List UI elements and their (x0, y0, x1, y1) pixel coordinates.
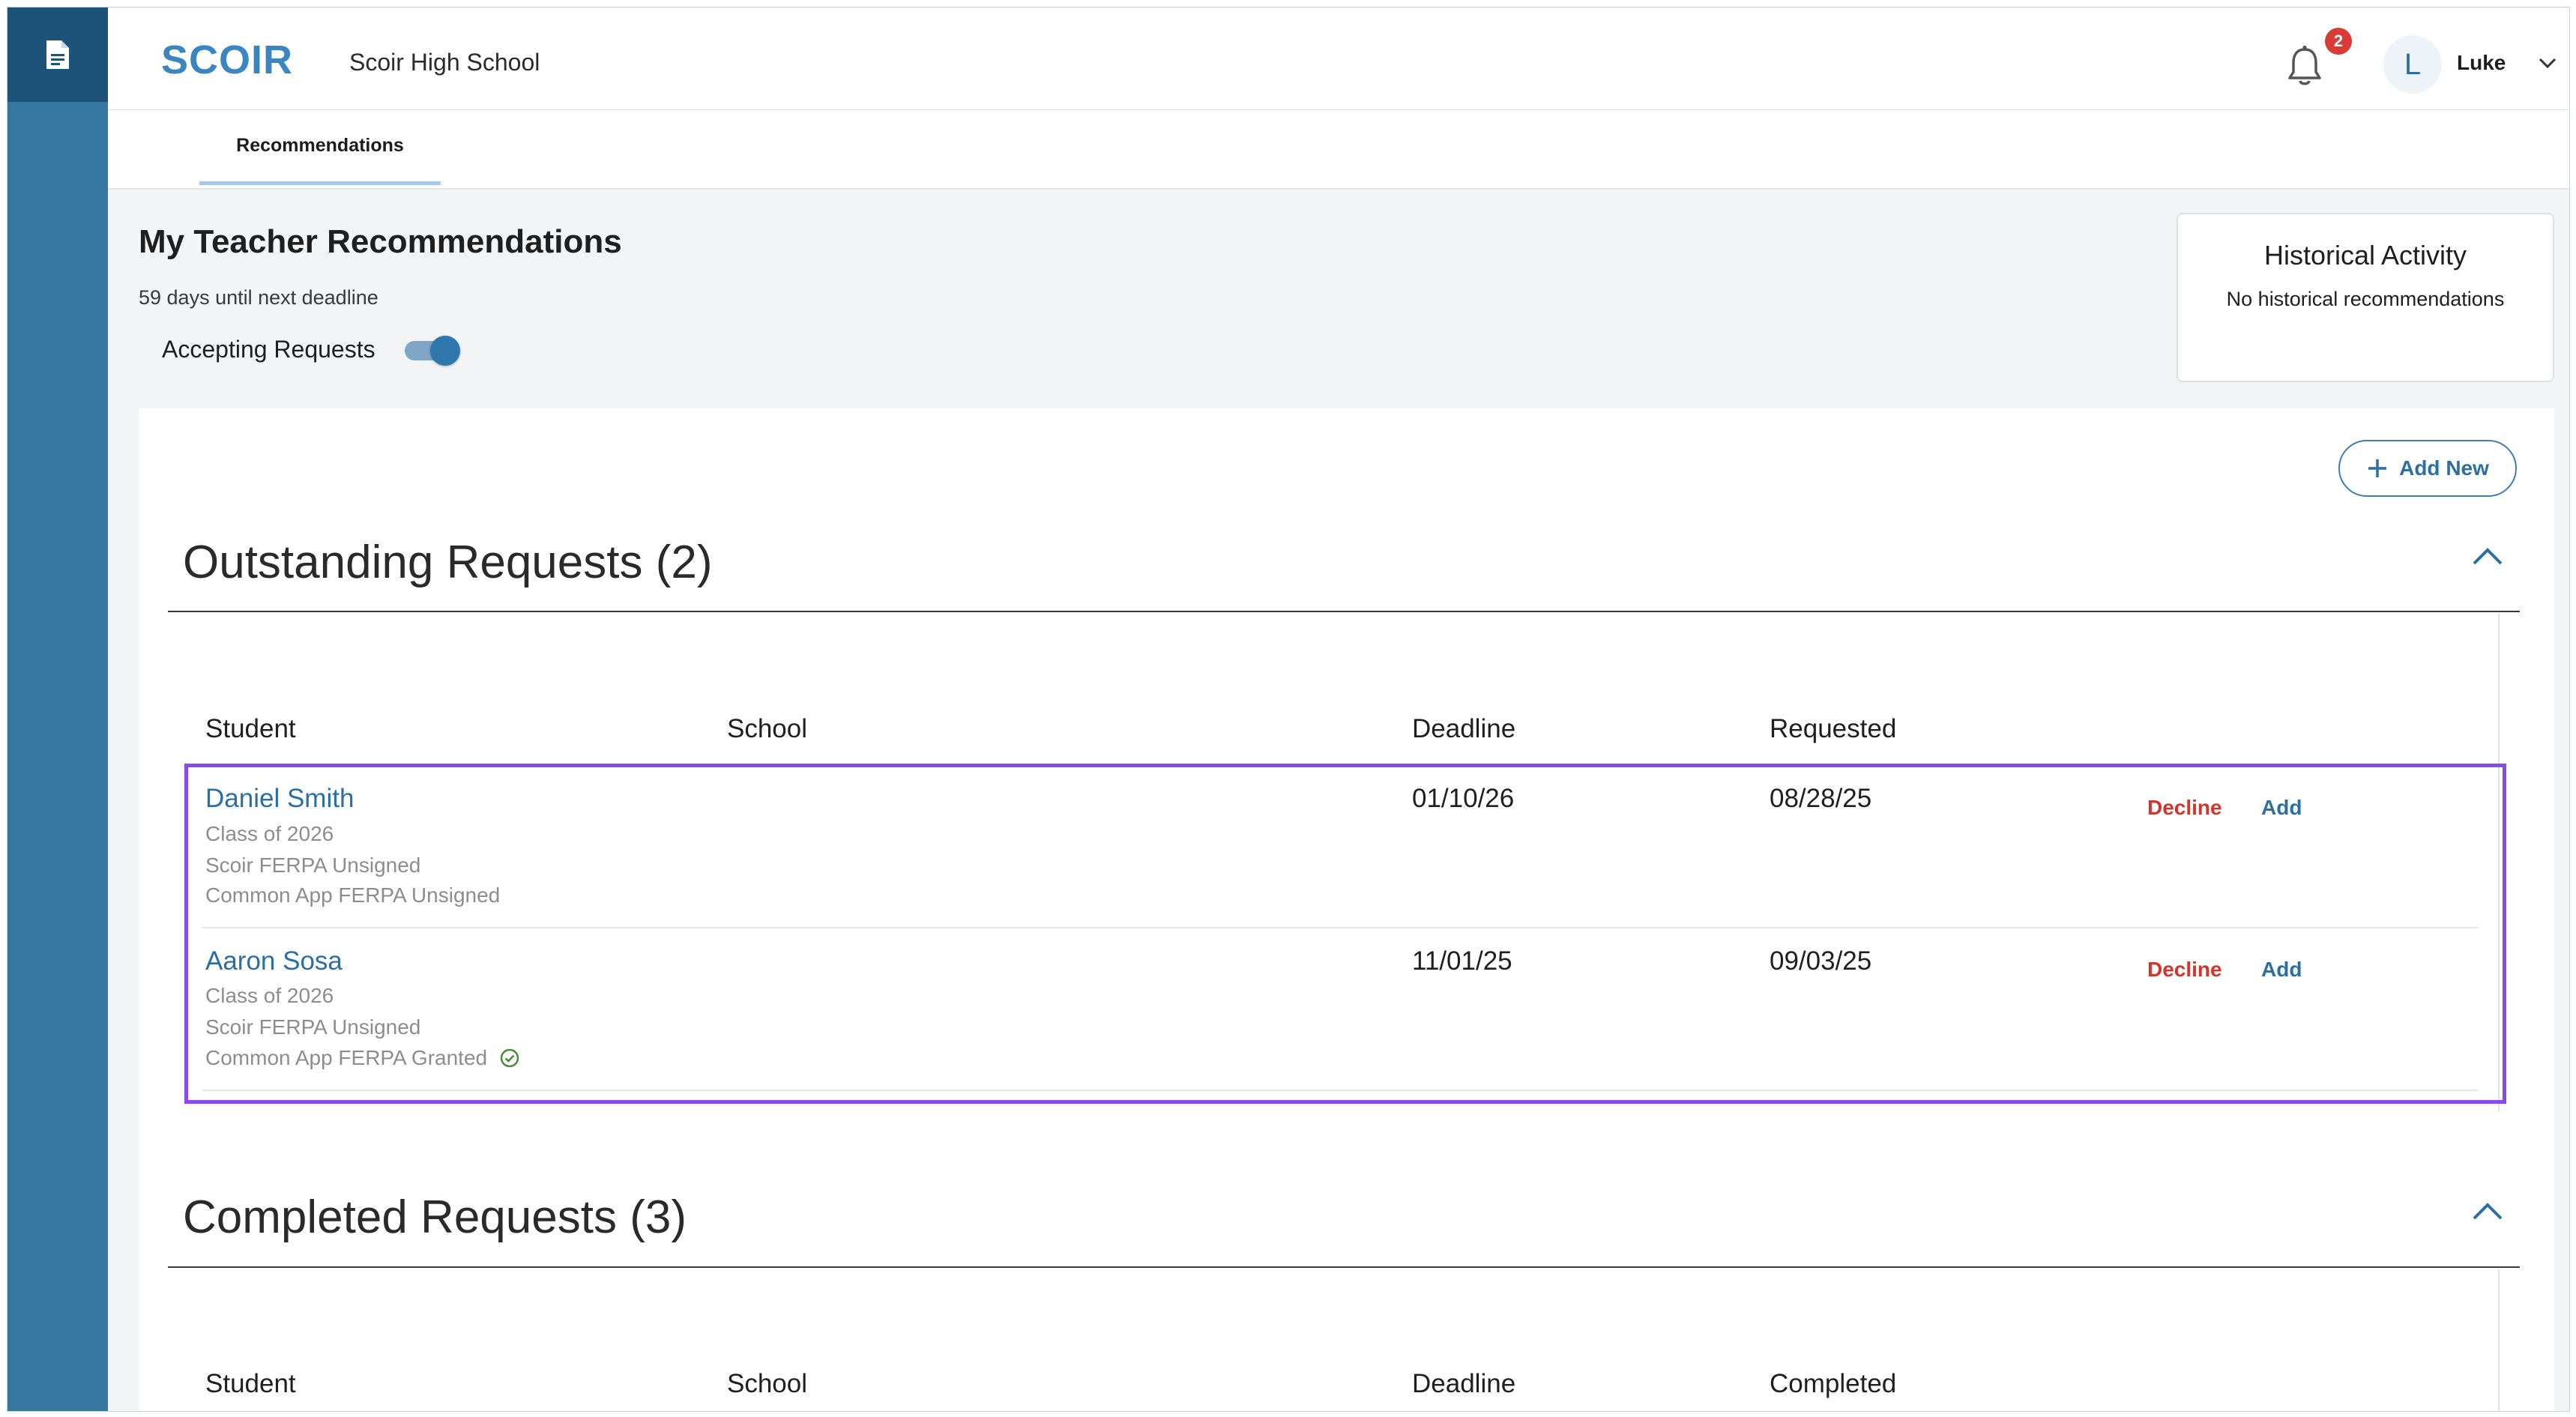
decline-button[interactable]: Decline (2147, 958, 2222, 982)
common-app-ferpa-status: Common App FERPA Unsigned (205, 883, 501, 907)
historical-activity-panel: Historical Activity No historical recomm… (2177, 213, 2554, 382)
check-circle-icon (500, 1048, 519, 1068)
chevron-up-icon[interactable] (2471, 546, 2504, 567)
completed-scrollbar[interactable] (2498, 1269, 2500, 1411)
common-app-ferpa-status: Common App FERPA Granted (205, 1046, 520, 1070)
add-new-label: Add New (2399, 456, 2489, 480)
column-header-deadline[interactable]: Deadline (1412, 714, 1515, 744)
column-header-deadline[interactable]: Deadline (1412, 1369, 1515, 1399)
top-bar: SCOIR Scoir High School 2 L Luke (108, 7, 2569, 111)
requested-cell: 08/28/25 (1770, 784, 1872, 813)
scoir-ferpa-status: Scoir FERPA Unsigned (205, 853, 421, 877)
student-name-link[interactable]: Daniel Smith (205, 784, 354, 814)
document-icon (46, 40, 69, 69)
accepting-requests-toggle[interactable] (402, 336, 462, 366)
left-rail (7, 7, 108, 1411)
deadline-cell: 01/10/26 (1412, 784, 1515, 813)
column-header-student[interactable]: Student (205, 714, 296, 744)
add-button[interactable]: Add (2261, 958, 2302, 982)
scoir-ferpa-status: Scoir FERPA Unsigned (205, 1015, 421, 1039)
column-header-completed[interactable]: Completed (1770, 1369, 1896, 1399)
common-app-ferpa-text: Common App FERPA Granted (205, 1046, 488, 1069)
accepting-requests-label: Accepting Requests (162, 336, 375, 363)
add-button[interactable]: Add (2261, 796, 2302, 820)
completed-section-title: Completed Requests (3) (183, 1191, 687, 1243)
svg-text:SCOIR: SCOIR (161, 39, 293, 79)
outstanding-section-title: Outstanding Requests (2) (183, 537, 713, 588)
app-window: SCOIR Scoir High School 2 L Luke Recomme… (7, 7, 2570, 1412)
add-new-button[interactable]: Add New (2338, 440, 2517, 497)
school-name: Scoir High School (349, 49, 540, 76)
historical-activity-text: No historical recommendations (2226, 288, 2505, 310)
notification-badge: 2 (2325, 28, 2352, 55)
page-title: My Teacher Recommendations (139, 223, 622, 260)
user-name[interactable]: Luke (2457, 51, 2506, 75)
row-divider (202, 1090, 2478, 1091)
chevron-down-icon[interactable] (2536, 54, 2559, 72)
requested-cell: 09/03/25 (1770, 946, 1872, 976)
column-header-requested[interactable]: Requested (1770, 714, 1896, 744)
chevron-up-icon[interactable] (2471, 1200, 2504, 1221)
tab-recommendations[interactable]: Recommendations (199, 110, 441, 185)
outstanding-divider (168, 611, 2520, 612)
avatar[interactable]: L (2383, 35, 2442, 94)
deadline-cell: 11/01/25 (1412, 946, 1512, 976)
historical-activity-title: Historical Activity (2263, 240, 2467, 271)
decline-button[interactable]: Decline (2147, 796, 2222, 820)
bell-icon[interactable] (2286, 45, 2323, 88)
student-name-link[interactable]: Aaron Sosa (205, 946, 343, 976)
student-class: Class of 2026 (205, 984, 334, 1007)
completed-divider (168, 1266, 2520, 1268)
column-header-school[interactable]: School (727, 1369, 807, 1399)
row-divider (202, 927, 2478, 928)
student-class: Class of 2026 (205, 822, 334, 845)
scoir-logo[interactable]: SCOIR (161, 39, 311, 79)
plus-icon (2368, 459, 2387, 477)
tab-bar: Recommendations (108, 110, 2569, 190)
column-header-student[interactable]: Student (205, 1369, 296, 1399)
column-header-school[interactable]: School (727, 714, 807, 744)
rail-document-button[interactable] (7, 7, 108, 102)
deadline-note: 59 days until next deadline (139, 286, 378, 309)
